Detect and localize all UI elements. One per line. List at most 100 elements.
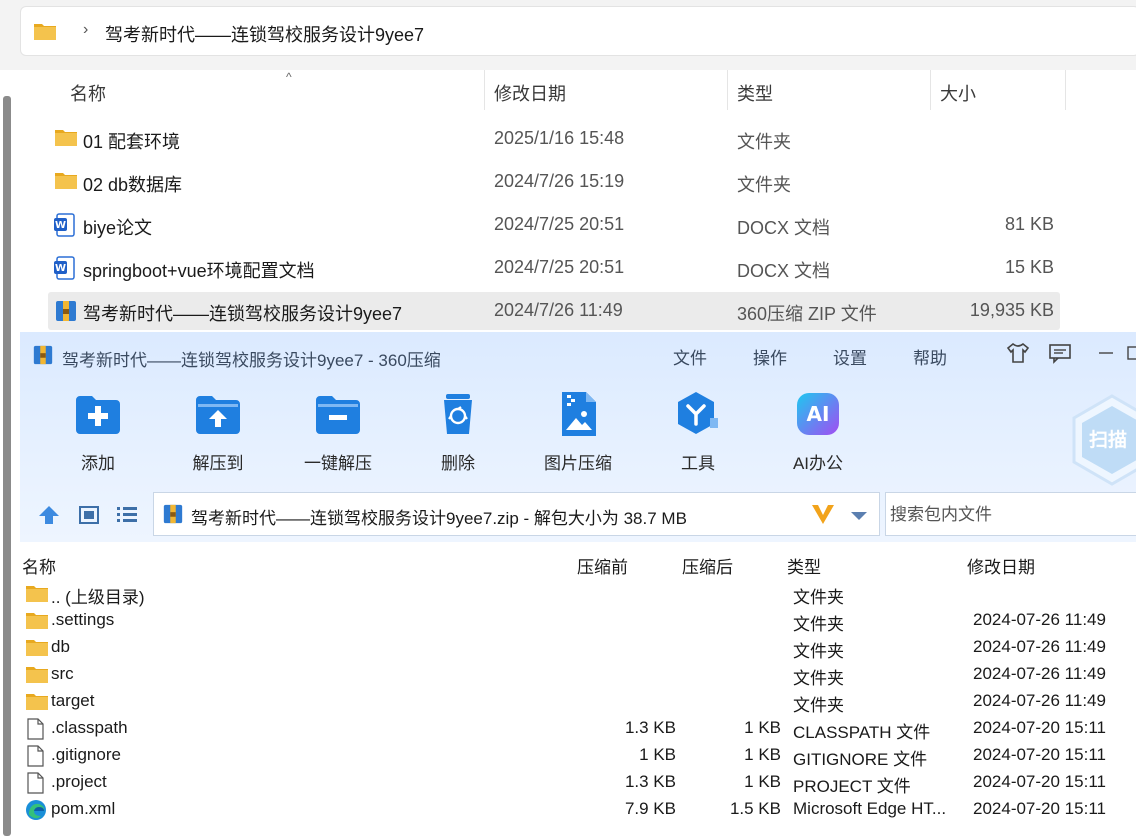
archive-file-date: 2024-07-20 15:11 xyxy=(973,799,1106,818)
column-header-type[interactable]: 类型 xyxy=(787,553,821,578)
archive-file-name: db xyxy=(51,637,70,656)
list-header: 名称 压缩前 压缩后 类型 修改日期 xyxy=(20,549,1136,579)
archive-path-bar[interactable]: 驾考新时代——连锁驾校服务设计9yee7.zip - 解包大小为 38.7 MB xyxy=(153,492,880,536)
archive-size-after: 1.5 KB xyxy=(729,799,781,818)
folder-icon xyxy=(25,583,49,608)
archive-file-name: .classpath xyxy=(51,718,128,737)
archive-row[interactable]: db 文件夹 2024-07-26 11:49 xyxy=(20,634,1136,661)
archive-row[interactable]: .gitignore 1 KB 1 KB GITIGNORE 文件 2024-07-20… xyxy=(20,742,1136,769)
scan-button[interactable]: 扫描 xyxy=(1072,394,1136,491)
list-view-icon[interactable] xyxy=(116,504,138,531)
column-divider[interactable] xyxy=(727,70,728,110)
file-row[interactable]: W springboot+vue环境配置文档 2024/7/25 20:51 D… xyxy=(48,249,1060,287)
file-icon xyxy=(25,772,45,799)
feedback-icon[interactable] xyxy=(1048,342,1072,364)
search-input[interactable] xyxy=(888,502,1132,528)
column-header-date[interactable]: 修改日期 xyxy=(494,80,566,106)
file-row[interactable]: W biye论文 2024/7/25 20:51 DOCX 文档 81 KB xyxy=(48,206,1060,244)
menu-file[interactable]: 文件 xyxy=(673,344,707,369)
archive-file-type: 文件夹 xyxy=(793,588,844,607)
archive-row[interactable]: .classpath 1.3 KB 1 KB CLASSPATH 文件 2024-07-… xyxy=(20,715,1136,742)
column-divider[interactable] xyxy=(930,70,931,110)
column-header-size[interactable]: 大小 xyxy=(940,80,976,106)
menu-settings[interactable]: 设置 xyxy=(833,344,867,369)
one-click-extract-icon xyxy=(314,390,362,438)
archive-row[interactable]: .. (上级目录) 文件夹 xyxy=(20,580,1136,607)
one-click-extract-button[interactable]: 一键解压 xyxy=(288,390,388,476)
archive-row[interactable]: target 文件夹 2024-07-26 11:49 xyxy=(20,688,1136,715)
folder-icon xyxy=(25,691,49,716)
archive-file-name: .project xyxy=(51,772,107,791)
file-row[interactable]: 01 配套环境 2025/1/16 15:48 文件夹 xyxy=(48,120,1060,158)
thumbnail-view-icon[interactable] xyxy=(78,504,100,531)
breadcrumb[interactable]: 驾考新时代——连锁驾校服务设计9yee7 xyxy=(105,21,424,47)
chevron-down-icon[interactable] xyxy=(850,509,868,527)
column-header-date[interactable]: 修改日期 xyxy=(967,553,1035,578)
file-name: biye论文 xyxy=(83,218,153,238)
ai-office-button[interactable]: AI AI办公 xyxy=(768,390,868,476)
column-header-type[interactable]: 类型 xyxy=(737,80,773,106)
address-bar[interactable]: › 驾考新时代——连锁驾校服务设计9yee7 xyxy=(20,6,1136,56)
title-bar[interactable]: 驾考新时代——连锁驾校服务设计9yee7 - 360压缩 文件 操作 设置 帮助 xyxy=(20,332,1136,376)
archive-file-type: 文件夹 xyxy=(793,615,844,634)
archive-row[interactable]: src 文件夹 2024-07-26 11:49 xyxy=(20,661,1136,688)
skin-icon[interactable] xyxy=(1006,342,1030,364)
column-divider[interactable] xyxy=(484,70,485,110)
minimize-icon[interactable] xyxy=(1095,342,1119,364)
extract-icon xyxy=(194,390,242,438)
file-icon xyxy=(25,718,45,745)
column-divider[interactable] xyxy=(1065,70,1066,110)
ai-icon: AI xyxy=(794,390,842,438)
word-icon: W xyxy=(54,213,76,242)
file-date: 2024/7/25 20:51 xyxy=(494,257,625,277)
sort-up-icon: ^ xyxy=(286,70,292,84)
delete-button[interactable]: 删除 xyxy=(408,390,508,476)
folder-icon xyxy=(33,21,57,46)
image-compress-button[interactable]: 图片压缩 xyxy=(528,390,628,476)
archive-file-type: GITIGNORE 文件 xyxy=(793,750,928,769)
search-box[interactable] xyxy=(885,492,1136,536)
archive-path-text: 驾考新时代——连锁驾校服务设计9yee7.zip - 解包大小为 38.7 MB xyxy=(191,509,687,528)
tools-button[interactable]: 工具 xyxy=(648,390,748,476)
menu-help[interactable]: 帮助 xyxy=(913,344,947,369)
archive-row[interactable]: pom.xml 7.9 KB 1.5 KB Microsoft Edge HT... 2… xyxy=(20,796,1136,823)
folder-icon xyxy=(25,637,49,662)
archive-file-name: .. (上级目录) xyxy=(51,588,145,607)
file-type: 360压缩 ZIP 文件 xyxy=(737,304,877,324)
add-button[interactable]: 添加 xyxy=(48,390,148,476)
file-row[interactable]: 02 db数据库 2024/7/26 15:19 文件夹 xyxy=(48,163,1060,201)
file-size: 81 KB xyxy=(1004,214,1054,234)
archive-row[interactable]: .settings 文件夹 2024-07-26 11:49 xyxy=(20,607,1136,634)
archive-file-name: target xyxy=(51,691,95,710)
column-header-name[interactable]: 名称 xyxy=(22,553,56,578)
archive-size-before: 1.3 KB xyxy=(624,718,676,737)
archive-file-name: .settings xyxy=(51,610,115,629)
file-date: 2024/7/26 15:19 xyxy=(494,171,625,191)
archive-file-date: 2024-07-26 11:49 xyxy=(973,664,1106,683)
archive-file-date: 2024-07-20 15:11 xyxy=(973,772,1106,791)
folder-icon xyxy=(54,170,78,195)
archive-row[interactable]: .project 1.3 KB 1 KB PROJECT 文件 2024-07-20 1… xyxy=(20,769,1136,796)
archive-file-name: .gitignore xyxy=(51,745,121,764)
archive-file-type: 文件夹 xyxy=(793,669,844,688)
up-level-icon[interactable] xyxy=(38,504,60,531)
archive-file-name: pom.xml xyxy=(51,799,116,818)
column-header-after[interactable]: 压缩后 xyxy=(682,553,733,578)
file-name: 02 db数据库 xyxy=(83,175,183,195)
maximize-icon[interactable] xyxy=(1124,342,1136,364)
file-icon xyxy=(25,745,45,772)
file-size: 15 KB xyxy=(1004,257,1054,277)
file-row-selected[interactable]: 驾考新时代——连锁驾校服务设计9yee7 2024/7/26 11:49 360… xyxy=(48,292,1060,330)
v-logo-icon[interactable] xyxy=(810,502,836,531)
scrollbar[interactable] xyxy=(3,96,11,836)
column-header-before[interactable]: 压缩前 xyxy=(577,553,628,578)
archive-size-before: 1.3 KB xyxy=(624,772,676,791)
column-header-name[interactable]: 名称 xyxy=(70,80,106,106)
folder-icon xyxy=(54,127,78,152)
menu-operate[interactable]: 操作 xyxy=(753,344,787,369)
file-date: 2025/1/16 15:48 xyxy=(494,128,625,148)
file-type: DOCX 文档 xyxy=(737,218,831,238)
svg-text:AI: AI xyxy=(807,402,830,426)
extract-to-button[interactable]: 解压到 xyxy=(168,390,268,476)
zip-icon xyxy=(54,299,78,328)
